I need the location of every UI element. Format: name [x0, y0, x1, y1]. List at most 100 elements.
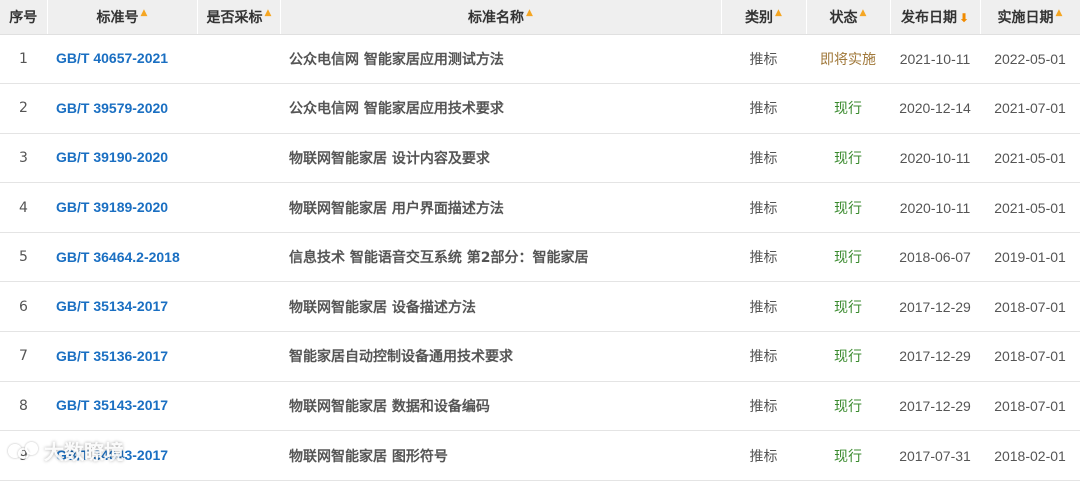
cell-category: 推标: [749, 250, 778, 267]
col-header-adopted[interactable]: 是否采标 ▲: [197, 0, 281, 35]
table-body: 1 GB/T 40657-2021 公众电信网 智能家居应用测试方法 推标 即将实施 20…: [0, 34, 1080, 481]
status-label: 现行: [834, 398, 862, 415]
caret-up-icon[interactable]: ▲: [1056, 8, 1063, 18]
cell-name: 物联网智能家居 设计内容及要求: [289, 150, 490, 167]
standard-code-link[interactable]: GB/T 39579-2020: [56, 100, 168, 116]
cell-impl-date: 2018-02-01: [994, 447, 1066, 464]
status-label: 现行: [834, 101, 862, 118]
cell-publish-date: 2020-12-14: [899, 100, 971, 117]
status-label: 现行: [834, 150, 862, 167]
cell-status: 现行: [806, 332, 890, 382]
cell-code: GB/T 36464.2-2018: [47, 232, 197, 282]
cell-adopted: [197, 232, 280, 282]
status-label: 现行: [834, 349, 862, 366]
cell-category: 推标: [749, 398, 778, 415]
col-header-code[interactable]: 标准号 ▲: [47, 0, 198, 35]
cell-name: 物联网智能家居 图形符号: [289, 448, 448, 465]
caret-up-icon[interactable]: ▲: [526, 8, 533, 18]
cell-category: 推标: [749, 200, 778, 217]
col-header-category[interactable]: 类别 ▲: [721, 0, 807, 35]
cell-publish-date: 2018-06-07: [899, 249, 971, 266]
cell-code: GB/T 40657-2021: [47, 34, 197, 84]
cell-adopted: [197, 34, 280, 84]
cell-category: 推标: [749, 349, 778, 366]
cell-code: GB/T 35136-2017: [47, 332, 197, 382]
standard-code-link[interactable]: GB/T 34043-2017: [56, 447, 168, 463]
table-row[interactable]: 4 GB/T 39189-2020 物联网智能家居 用户界面描述方法 推标 现行 2020…: [0, 183, 1080, 233]
cell-impl-date: 2021-05-01: [994, 149, 1066, 166]
table-row[interactable]: 1 GB/T 40657-2021 公众电信网 智能家居应用测试方法 推标 即将实施 20…: [0, 34, 1080, 84]
arrow-down-icon[interactable]: ⬇: [959, 11, 969, 25]
standard-code-link[interactable]: GB/T 39189-2020: [56, 199, 168, 215]
col-header-name[interactable]: 标准名称 ▲: [280, 0, 722, 35]
cell-publish-date: 2020-10-11: [899, 199, 971, 216]
standard-code-link[interactable]: GB/T 40657-2021: [56, 50, 168, 66]
standards-table: 序号 标准号 ▲ 是否采标 ▲ 标准名称 ▲ 类别 ▲ 状态 ▲ 发布日期 ⬇ 实施日期 ▲ …: [0, 0, 1080, 481]
cell-status: 现行: [806, 183, 890, 233]
caret-up-icon[interactable]: ▲: [141, 8, 148, 18]
cell-status: 现行: [806, 431, 890, 481]
caret-up-icon[interactable]: ▲: [860, 8, 867, 18]
cell-impl-date: 2022-05-01: [994, 50, 1066, 67]
caret-up-icon[interactable]: ▲: [775, 8, 782, 18]
cell-adopted: [197, 133, 280, 183]
standard-code-link[interactable]: GB/T 35136-2017: [56, 348, 168, 364]
caret-up-icon[interactable]: ▲: [265, 8, 272, 18]
col-header-status[interactable]: 状态 ▲: [806, 0, 891, 35]
table-row[interactable]: 3 GB/T 39190-2020 物联网智能家居 设计内容及要求 推标 现行 2020-…: [0, 133, 1080, 183]
cell-index: 2: [19, 100, 28, 117]
cell-code: GB/T 39579-2020: [47, 84, 197, 134]
cell-publish-date: 2017-12-29: [899, 348, 971, 365]
status-label: 现行: [834, 250, 862, 267]
cell-status: 现行: [806, 232, 890, 282]
cell-name: 物联网智能家居 数据和设备编码: [289, 398, 490, 415]
cell-index: 6: [19, 298, 28, 315]
cell-publish-date: 2017-07-31: [899, 447, 971, 464]
cell-status: 现行: [806, 84, 890, 134]
cell-category: 推标: [749, 448, 778, 465]
table-row[interactable]: 9 GB/T 34043-2017 物联网智能家居 图形符号 推标 现行 2017-07-…: [0, 431, 1080, 481]
col-header-impl-date[interactable]: 实施日期 ▲: [980, 0, 1080, 35]
cell-index: 3: [19, 149, 28, 166]
cell-status: 现行: [806, 133, 890, 183]
table-row[interactable]: 5 GB/T 36464.2-2018 信息技术 智能语音交互系统 第2部分：智能家…: [0, 232, 1080, 282]
standard-code-link[interactable]: GB/T 35143-2017: [56, 397, 168, 413]
standard-code-link[interactable]: GB/T 36464.2-2018: [56, 249, 180, 265]
cell-impl-date: 2021-07-01: [994, 100, 1066, 117]
cell-name: 物联网智能家居 用户界面描述方法: [289, 200, 504, 217]
cell-impl-date: 2018-07-01: [994, 397, 1066, 414]
table-row[interactable]: 8 GB/T 35143-2017 物联网智能家居 数据和设备编码 推标 现行 2017-…: [0, 381, 1080, 431]
cell-name: 公众电信网 智能家居应用技术要求: [289, 101, 504, 118]
cell-category: 推标: [749, 299, 778, 316]
cell-adopted: [197, 332, 280, 382]
cell-index: 4: [19, 199, 28, 216]
cell-status: 即将实施: [806, 34, 890, 84]
table-row[interactable]: 2 GB/T 39579-2020 公众电信网 智能家居应用技术要求 推标 现行 2020…: [0, 84, 1080, 134]
table-row[interactable]: 7 GB/T 35136-2017 智能家居自动控制设备通用技术要求 推标 现行 2017…: [0, 332, 1080, 382]
cell-publish-date: 2017-12-29: [899, 298, 971, 315]
cell-index: 5: [19, 249, 28, 266]
cell-category: 推标: [749, 51, 778, 68]
cell-publish-date: 2020-10-11: [899, 149, 971, 166]
table-row[interactable]: 6 GB/T 35134-2017 物联网智能家居 设备描述方法 推标 现行 2017-1…: [0, 282, 1080, 332]
cell-name: 公众电信网 智能家居应用测试方法: [289, 51, 504, 68]
status-label: 现行: [834, 448, 862, 465]
cell-name: 物联网智能家居 设备描述方法: [289, 299, 476, 316]
cell-name: 信息技术 智能语音交互系统 第2部分：智能家居: [289, 250, 589, 267]
cell-publish-date: 2017-12-29: [899, 397, 971, 414]
cell-index: 8: [19, 397, 28, 414]
cell-publish-date: 2021-10-11: [899, 50, 971, 67]
col-header-publish-date[interactable]: 发布日期 ⬇: [890, 0, 981, 35]
cell-impl-date: 2021-05-01: [994, 199, 1066, 216]
cell-category: 推标: [749, 101, 778, 118]
standard-code-link[interactable]: GB/T 35134-2017: [56, 298, 168, 314]
cell-adopted: [197, 282, 280, 332]
cell-index: 9: [19, 447, 28, 464]
cell-code: GB/T 34043-2017: [47, 431, 197, 481]
cell-category: 推标: [749, 150, 778, 167]
cell-status: 现行: [806, 381, 890, 431]
cell-impl-date: 2019-01-01: [994, 249, 1066, 266]
cell-index: 7: [19, 348, 28, 365]
cell-status: 现行: [806, 282, 890, 332]
standard-code-link[interactable]: GB/T 39190-2020: [56, 149, 168, 165]
